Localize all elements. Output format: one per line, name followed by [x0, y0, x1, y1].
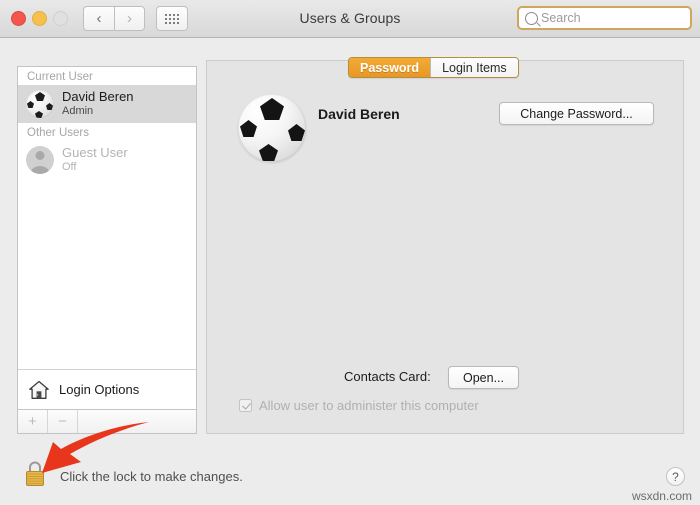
- users-and-groups-window: ‹ › Users & Groups Search Current User D…: [0, 0, 700, 505]
- allow-admin-label: Allow user to administer this computer: [259, 398, 479, 413]
- sidebar-item-login-options[interactable]: Login Options: [18, 369, 196, 409]
- search-icon: [525, 11, 538, 25]
- tab-bar: Password Login Items: [348, 57, 519, 78]
- window-titlebar: ‹ › Users & Groups Search: [0, 0, 700, 38]
- change-password-button[interactable]: Change Password...: [499, 102, 654, 125]
- home-icon: [29, 380, 49, 399]
- user-list-sidebar[interactable]: Current User David Beren Admin Other Use…: [17, 66, 197, 410]
- group-header-current-user: Current User: [27, 71, 93, 83]
- user-status: Off: [62, 161, 77, 174]
- user-name: David Beren: [62, 89, 134, 105]
- watermark: wsxdn.com: [631, 489, 692, 503]
- search-field[interactable]: Search: [517, 6, 692, 30]
- question-mark-icon: ?: [672, 469, 679, 484]
- user-row-guest-user[interactable]: Guest User Off: [18, 141, 196, 179]
- lock-message: Click the lock to make changes.: [60, 469, 243, 484]
- admin-checkbox-row: Allow user to administer this computer: [239, 398, 479, 413]
- tab-password[interactable]: Password: [349, 58, 431, 77]
- user-role: Admin: [62, 105, 94, 118]
- lock-closed-icon[interactable]: [22, 458, 48, 488]
- user-name: Guest User: [62, 145, 128, 161]
- account-name: David Beren: [318, 106, 400, 122]
- remove-user-button[interactable]: −: [48, 410, 78, 433]
- help-button[interactable]: ?: [666, 467, 685, 486]
- soccer-ball-avatar: [238, 94, 306, 162]
- soccer-ball-avatar: [26, 90, 54, 118]
- search-input[interactable]: Search: [541, 11, 581, 25]
- user-list-toolbar: + −: [17, 410, 197, 434]
- login-options-label: Login Options: [59, 382, 140, 397]
- tab-login-items[interactable]: Login Items: [430, 58, 518, 77]
- add-user-button[interactable]: +: [18, 410, 48, 433]
- open-contacts-card-button[interactable]: Open...: [448, 366, 519, 389]
- account-avatar[interactable]: [238, 94, 306, 162]
- person-placeholder-avatar: [26, 146, 54, 174]
- allow-admin-checkbox: [239, 399, 252, 412]
- contacts-card-label: Contacts Card:: [344, 369, 431, 384]
- user-row-david-beren[interactable]: David Beren Admin: [18, 85, 196, 123]
- group-header-other-users: Other Users: [27, 127, 89, 139]
